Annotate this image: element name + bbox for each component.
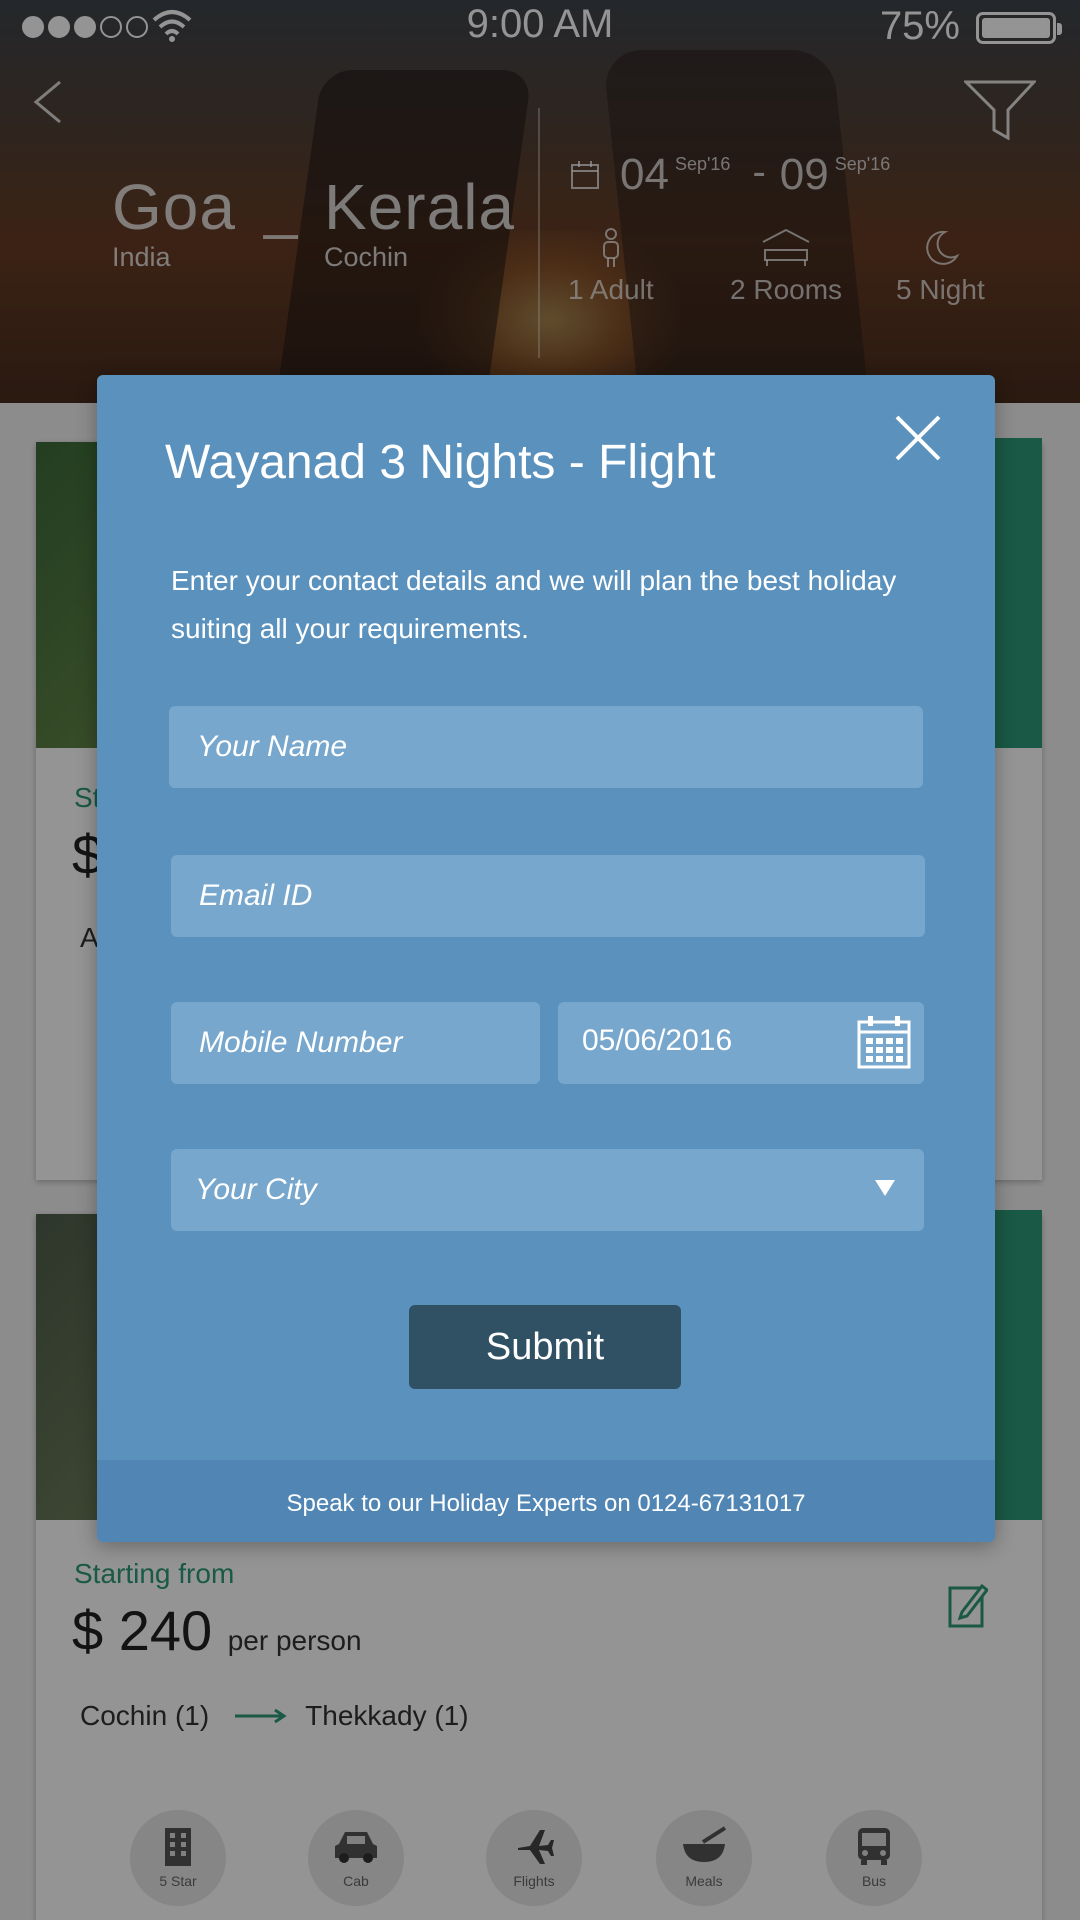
modal-title: Wayanad 3 Nights - Flight: [165, 436, 716, 489]
calendar-icon[interactable]: [856, 1014, 912, 1070]
email-field[interactable]: Email ID: [171, 855, 925, 937]
date-value: 05/06/2016: [582, 1024, 733, 1057]
mobile-field[interactable]: Mobile Number: [171, 1002, 540, 1084]
modal-description: Enter your contact details and we will p…: [171, 565, 897, 644]
close-icon[interactable]: [891, 411, 945, 465]
mobile-placeholder: Mobile Number: [199, 1026, 403, 1059]
name-placeholder: Your Name: [197, 730, 348, 763]
enquiry-modal: Wayanad 3 Nights - Flight Enter your con…: [97, 375, 995, 1542]
expert-contact[interactable]: Speak to our Holiday Experts on 0124-671…: [97, 1460, 995, 1542]
chevron-down-icon: [875, 1180, 895, 1196]
city-placeholder: Your City: [195, 1173, 317, 1206]
submit-button[interactable]: Submit: [409, 1305, 681, 1389]
email-placeholder: Email ID: [199, 879, 313, 912]
date-field[interactable]: 05/06/2016: [558, 1002, 924, 1084]
city-select[interactable]: Your City: [171, 1149, 924, 1231]
name-field[interactable]: Your Name: [169, 706, 923, 788]
